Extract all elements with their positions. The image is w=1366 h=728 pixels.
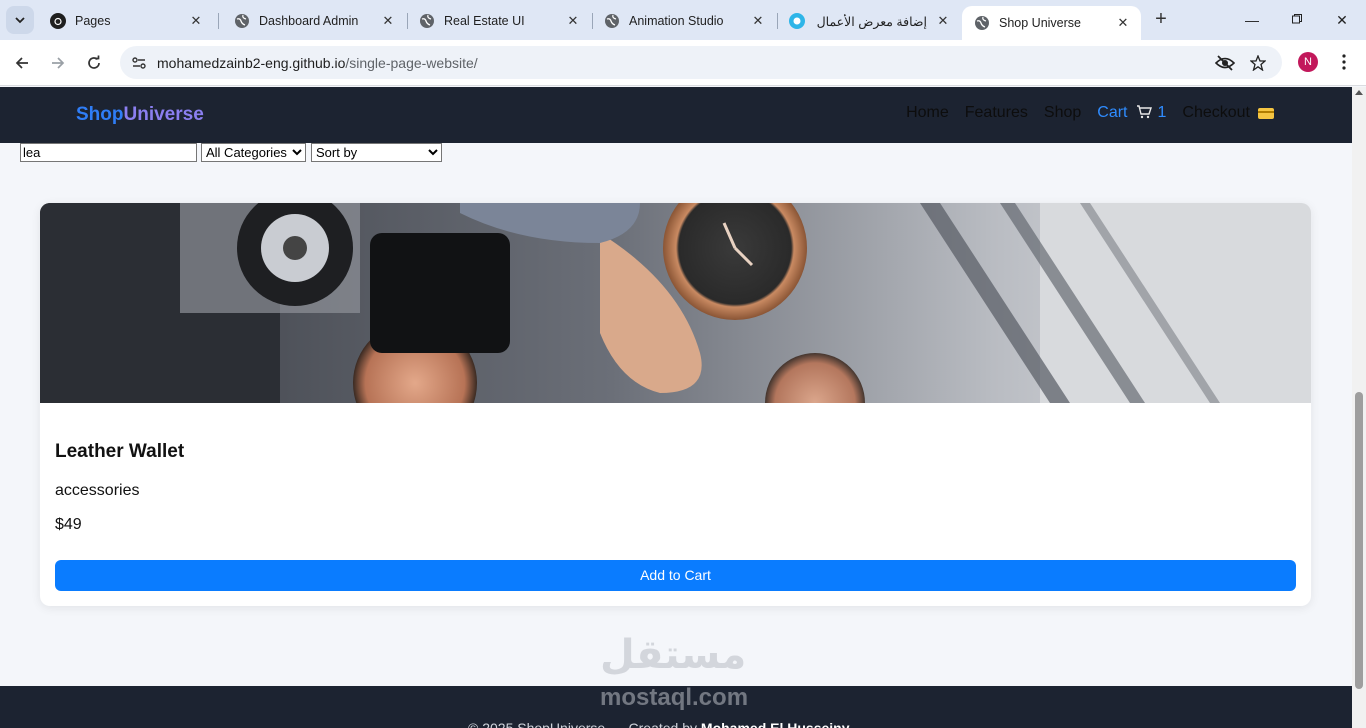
globe-icon	[974, 15, 990, 31]
arrow-right-icon	[52, 57, 65, 69]
tab-shop-universe[interactable]: Shop Universe ✕	[962, 6, 1141, 40]
site-info-icon[interactable]	[128, 52, 150, 74]
footer-text: © 2025 ShopUniverse Created by Mohamed E…	[468, 720, 850, 728]
close-icon[interactable]: ✕	[750, 13, 766, 29]
scroll-up-arrow-icon[interactable]	[1355, 90, 1363, 95]
tab-label: Shop Universe	[999, 16, 1081, 30]
browser-toolbar: mohamedzainb2-eng.github.io/single-page-…	[0, 40, 1366, 86]
mostaql-watermark: مستقل mostaql.com	[588, 632, 778, 712]
nav-home-link[interactable]: Home	[906, 104, 949, 122]
vertical-scrollbar[interactable]	[1352, 87, 1366, 728]
bookmark-star-icon[interactable]	[1247, 52, 1269, 74]
add-to-cart-button[interactable]: Add to Cart	[55, 560, 1296, 591]
tab-label: Pages	[75, 14, 111, 28]
new-tab-button[interactable]: +	[1150, 8, 1172, 30]
search-input[interactable]	[20, 143, 197, 162]
nav-checkout-link[interactable]: Checkout	[1182, 104, 1274, 122]
kebab-menu-icon[interactable]	[1333, 51, 1355, 73]
github-icon	[50, 13, 66, 29]
eye-off-icon[interactable]	[1214, 52, 1236, 74]
reload-button[interactable]	[81, 50, 107, 76]
watermark-arabic: مستقل	[600, 632, 747, 678]
brand-part-universe: Universe	[123, 104, 204, 125]
globe-icon	[234, 13, 250, 29]
product-filters: All Categories Sort by	[20, 143, 442, 162]
close-window-icon[interactable]: ✕	[1330, 8, 1354, 32]
url-text: mohamedzainb2-eng.github.io/single-page-…	[157, 55, 478, 71]
tab-label: إضافة معرض الأعمال	[816, 14, 927, 29]
minimize-icon[interactable]: —	[1240, 8, 1264, 32]
mostaql-icon	[789, 13, 805, 29]
tab-animation-studio[interactable]: Animation Studio ✕	[592, 6, 776, 36]
address-bar[interactable]: mohamedzainb2-eng.github.io/single-page-…	[120, 46, 1282, 79]
product-image	[40, 203, 1311, 403]
scroll-thumb[interactable]	[1355, 392, 1363, 689]
nav-links: Home Features Shop Cart 1 Checkout	[890, 104, 1274, 122]
product-title: Leather Wallet	[55, 441, 185, 462]
tab-label: Animation Studio	[629, 14, 724, 28]
created-by-label: Created by	[628, 720, 698, 728]
globe-icon	[604, 13, 620, 29]
copyright-text: © 2025 ShopUniverse	[468, 720, 606, 728]
category-select[interactable]: All Categories	[201, 143, 306, 162]
checkout-label: Checkout	[1182, 104, 1250, 121]
tab-pages[interactable]: Pages ✕	[38, 6, 214, 36]
close-icon[interactable]: ✕	[565, 13, 581, 29]
url-host: mohamedzainb2-eng.github.io	[157, 55, 346, 71]
back-button[interactable]	[9, 50, 35, 76]
tab-real-estate-ui[interactable]: Real Estate UI ✕	[407, 6, 591, 36]
nav-features-link[interactable]: Features	[965, 104, 1028, 122]
reload-icon	[88, 55, 100, 69]
site-navbar: ShopUniverse Home Features Shop Cart 1 C…	[0, 87, 1352, 143]
tab-separator	[218, 13, 219, 29]
close-icon[interactable]: ✕	[935, 13, 951, 29]
sort-select[interactable]: Sort by	[311, 143, 442, 162]
nav-cart-link[interactable]: Cart 1	[1097, 104, 1166, 122]
watermark-latin: mostaql.com	[600, 684, 749, 711]
forward-button[interactable]	[45, 50, 71, 76]
product-category: accessories	[55, 482, 140, 499]
close-icon[interactable]: ✕	[380, 13, 396, 29]
close-icon[interactable]: ✕	[1115, 15, 1131, 31]
product-price: $49	[55, 516, 82, 533]
shopping-cart-icon	[1136, 104, 1152, 122]
credit-card-icon	[1258, 107, 1274, 119]
close-icon[interactable]: ✕	[188, 13, 204, 29]
profile-avatar[interactable]: N	[1298, 52, 1318, 72]
author-name: Mohamed El Husseiny	[700, 720, 850, 728]
url-path: /single-page-website/	[345, 55, 478, 71]
brand-logo[interactable]: ShopUniverse	[76, 104, 204, 126]
browser-tabstrip: Pages ✕ Dashboard Admin ✕ Real Estate UI…	[0, 0, 1366, 40]
chevron-down-icon	[15, 17, 25, 24]
tab-label: Real Estate UI	[444, 14, 525, 28]
restore-icon[interactable]	[1285, 8, 1309, 32]
tab-dashboard-admin[interactable]: Dashboard Admin ✕	[222, 6, 406, 36]
product-card: Leather Wallet accessories $49 Add to Ca…	[40, 203, 1311, 606]
nav-shop-link[interactable]: Shop	[1044, 104, 1081, 122]
tab-label: Dashboard Admin	[259, 14, 359, 28]
tab-mostaql[interactable]: إضافة معرض الأعمال ✕	[777, 6, 961, 36]
brand-part-shop: Shop	[76, 104, 124, 125]
globe-icon	[419, 13, 435, 29]
arrow-left-icon	[15, 57, 28, 69]
tab-search-button[interactable]	[6, 6, 34, 34]
cart-count-badge: 1	[1157, 104, 1167, 121]
cart-label: Cart	[1097, 104, 1128, 121]
